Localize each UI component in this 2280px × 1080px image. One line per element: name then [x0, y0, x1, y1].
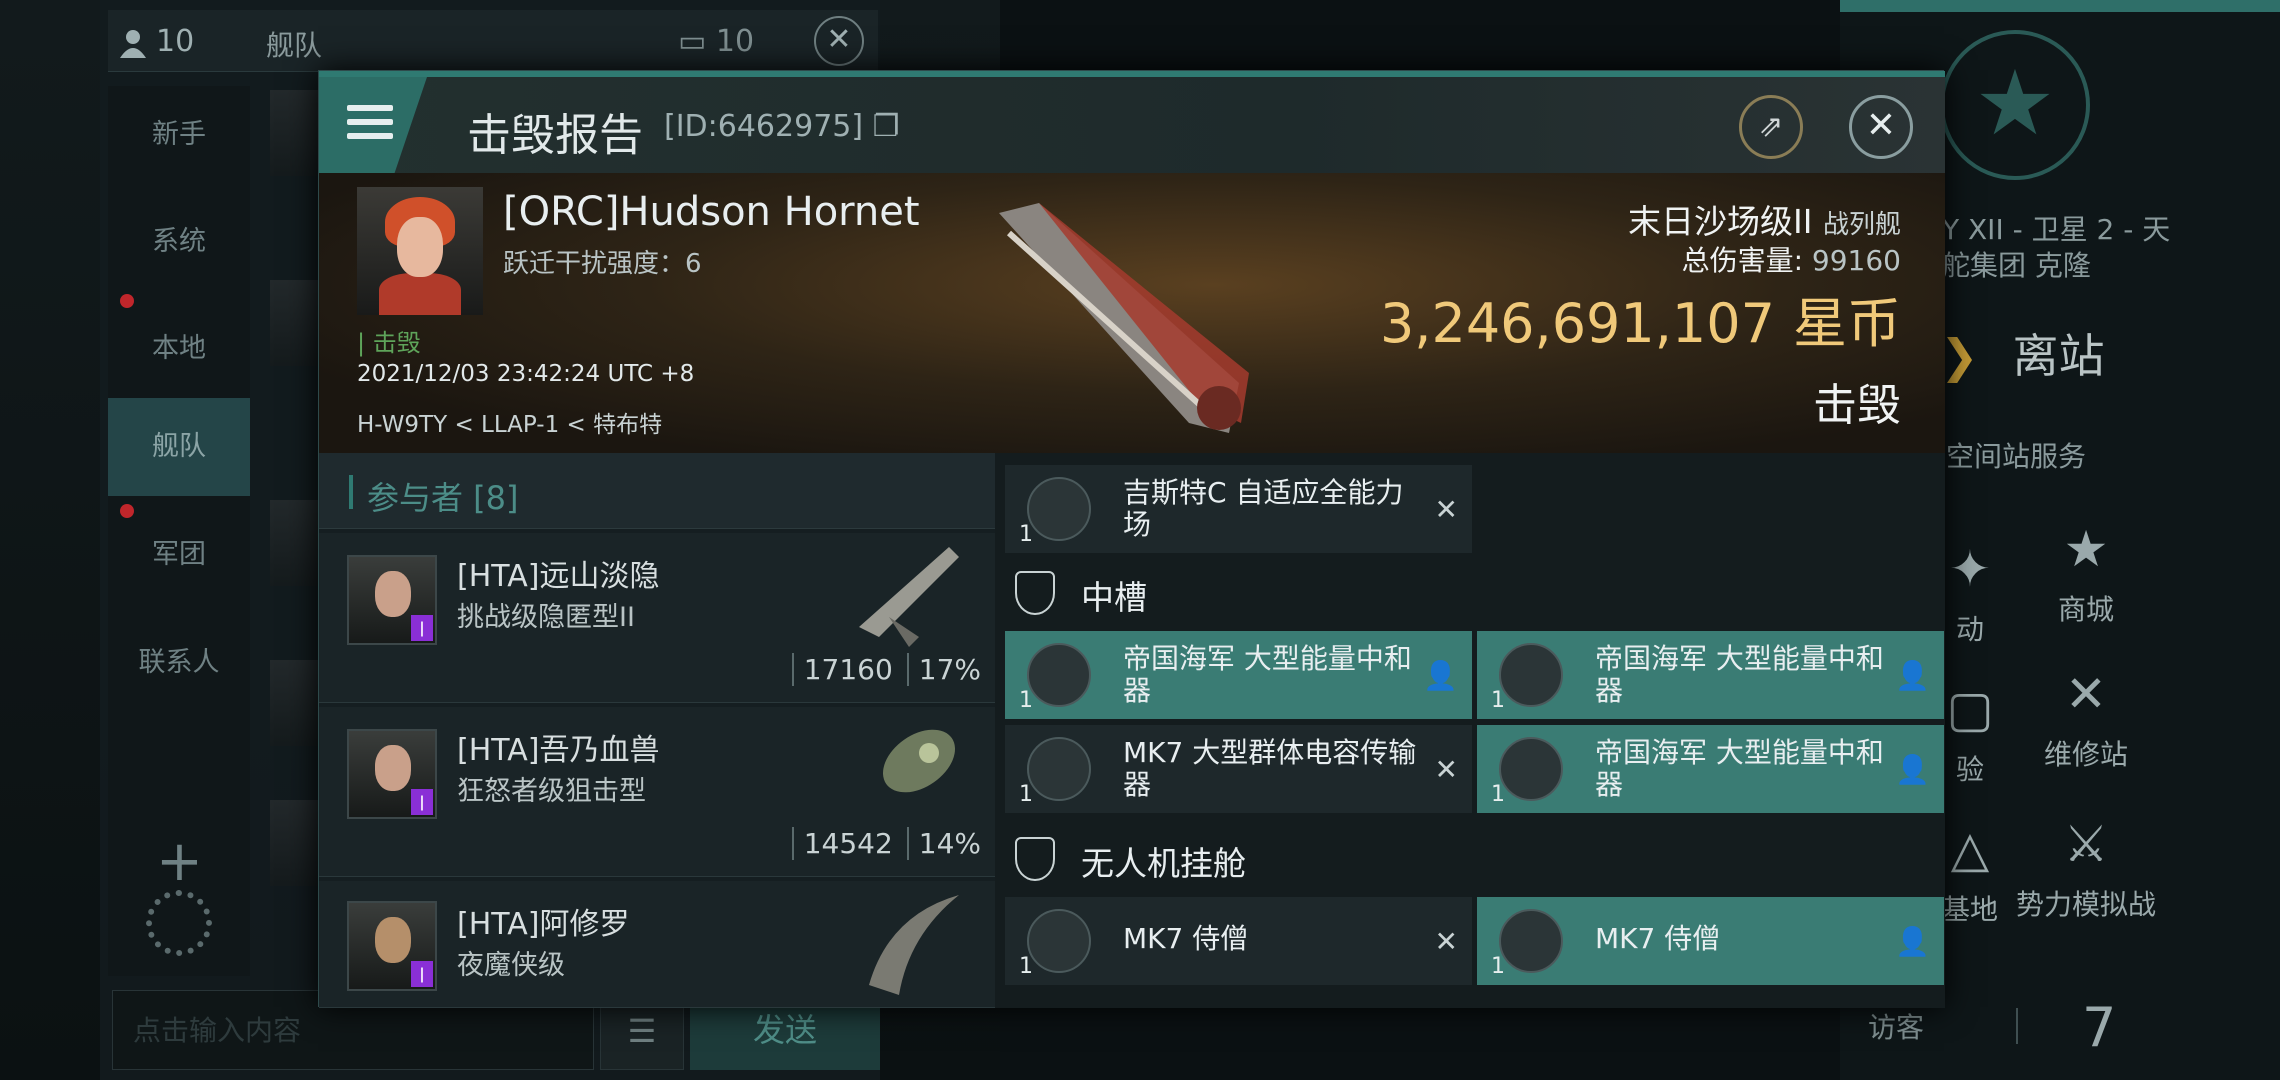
ship-image	[859, 547, 959, 647]
result-label: 击毁	[1813, 380, 1901, 431]
warp-disrupt-strength: 跃迁干扰强度：6	[503, 249, 702, 279]
dialog-title: 击毁报告	[467, 110, 643, 161]
close-icon[interactable]: ✕	[814, 16, 864, 66]
participant-row[interactable]: ǀ [HTA]吾乃血兽 狂怒者级狙击型 14542 14%	[319, 707, 995, 877]
channel-contacts[interactable]: 联系人	[108, 614, 250, 712]
unread-count[interactable]: ▭ 10	[678, 24, 754, 59]
station-services-title: 空间站服务	[1946, 440, 2087, 473]
wrench-icon: ✕	[2065, 665, 2107, 723]
drone-slot[interactable]: 1 MK7 侍僧 👤	[1477, 897, 1944, 985]
member-count[interactable]: 10	[118, 24, 194, 59]
channel-local[interactable]: 本地	[108, 300, 250, 398]
station-location: Y XII - 卫星 2 - 天	[1942, 213, 2171, 246]
visitor-label: 访客	[1868, 1011, 1925, 1044]
station-clone: 舵集团 克隆	[1942, 249, 2091, 282]
module-slot[interactable]: 1 吉斯特C 自适应全能力场 ✕	[1005, 465, 1472, 553]
service-shop[interactable]: ★ 商城	[2006, 520, 2166, 628]
participant-row[interactable]: ǀ [HTA]远山淡隐 挑战级隐匿型II 17160 17%	[319, 533, 995, 703]
person-icon: 👤	[1895, 753, 1930, 786]
chat-header: 10 舰队 ▭ 10 ✕	[108, 10, 878, 72]
victim-banner: [ORC]Hudson Hornet 跃迁干扰强度：6 | 击毁 2021/12…	[319, 173, 1945, 453]
module-icon	[1499, 737, 1563, 801]
module-slot[interactable]: 1 帝国海军 大型能量中和器 👤	[1477, 631, 1944, 719]
dropped-icon: ✕	[1434, 753, 1458, 786]
module-slot[interactable]: 1 MK7 大型群体电容传输器 ✕	[1005, 725, 1472, 813]
add-channel-icon[interactable]: +	[156, 834, 203, 890]
undock-button[interactable]: ❯ 离站	[1940, 320, 2105, 386]
person-icon: 👤	[1423, 659, 1458, 692]
channel-corp[interactable]: 军团	[108, 506, 250, 604]
person-icon: 👤	[1895, 659, 1930, 692]
kill-report-dialog: 击毁报告 [ID:6462975] ❐ ⇗ ✕ [ORC]Hudson Horn…	[318, 70, 1945, 1008]
module-icon	[1027, 737, 1091, 801]
neo-star-icon: ★	[2063, 520, 2109, 578]
channel-fleet[interactable]: 舰队	[108, 398, 250, 496]
victim-ship-image[interactable]	[979, 193, 1279, 443]
crossed-flags-icon: ⚔	[2063, 815, 2109, 873]
divider	[2016, 1008, 2018, 1044]
drone-icon	[1027, 909, 1091, 973]
ship-image	[882, 729, 956, 793]
channel-newbie[interactable]: 新手	[108, 86, 250, 184]
participants-list: 参与者 [8] ǀ [HTA]远山淡隐 挑战级隐匿型II 17160 17% ǀ …	[319, 453, 995, 1008]
service-repair[interactable]: ✕ 维修站	[2006, 665, 2166, 773]
drone-icon	[1499, 909, 1563, 973]
dialog-header: 击毁报告 [ID:6462975] ❐ ⇗ ✕	[319, 77, 1945, 173]
service-faction-sim[interactable]: ⚔ 势力模拟战	[2006, 815, 2166, 923]
avatar: ǀ	[347, 901, 437, 991]
share-icon[interactable]: ⇗	[1739, 95, 1803, 159]
ship-image	[869, 895, 959, 995]
channel-list: 新手 系统 本地 舰队 军团 联系人 +	[108, 86, 250, 976]
module-slot[interactable]: 1 帝国海军 大型能量中和器 👤	[1477, 725, 1944, 813]
status-badge: | 击毁	[357, 329, 421, 357]
kill-location[interactable]: H-W9TY < LLAP-1 < 特布特	[357, 405, 662, 439]
total-damage: 总伤害量: 99160	[1681, 244, 1901, 277]
person-icon: 👤	[1895, 925, 1930, 958]
participants-header: 参与者 [8]	[319, 453, 995, 529]
victim-name[interactable]: [ORC]Hudson Hornet	[503, 189, 920, 235]
report-id[interactable]: [ID:6462975] ❐	[664, 109, 900, 144]
close-icon[interactable]: ✕	[1849, 95, 1913, 159]
participant-row[interactable]: ǀ [HTA]阿修罗 夜魔侠级	[319, 881, 995, 1008]
fitting-list: 1 1 1 吉斯特C 自适应全能力场 ✕ 中槽 1 帝国海军 大型能量中和器 👤…	[995, 453, 1945, 1008]
menu-icon[interactable]	[319, 77, 427, 173]
visitor-count: 7	[2082, 996, 2117, 1059]
chat-tab[interactable]: 舰队	[266, 24, 322, 64]
ship-class: 末日沙场级II 战列舰	[1628, 202, 1901, 241]
shield-icon	[1015, 837, 1055, 881]
channel-system[interactable]: 系统	[108, 193, 250, 291]
module-icon	[1027, 643, 1091, 707]
module-slot[interactable]: 1 帝国海军 大型能量中和器 👤	[1005, 631, 1472, 719]
module-icon	[1499, 643, 1563, 707]
chat-avatars	[262, 80, 326, 900]
gear-icon[interactable]	[146, 890, 212, 956]
mid-slot-header: 中槽	[995, 555, 1945, 627]
chevron-right-icon: ❯	[1940, 329, 1979, 383]
dropped-icon: ✕	[1434, 493, 1458, 526]
drone-bay-header: 无人机挂舱	[995, 821, 1945, 893]
avatar: ǀ	[347, 729, 437, 819]
isk-value: 3,246,691,107 星币	[1379, 292, 1901, 355]
dropped-icon: ✕	[1434, 925, 1458, 958]
victim-portrait[interactable]	[357, 187, 483, 315]
shield-icon	[1015, 571, 1055, 615]
avatar: ǀ	[347, 555, 437, 645]
kill-timestamp: 2021/12/03 23:42:24 UTC +8	[357, 361, 695, 387]
person-icon	[120, 29, 146, 58]
drone-slot[interactable]: 1 MK7 侍僧 ✕	[1005, 897, 1472, 985]
module-icon	[1027, 477, 1091, 541]
copy-icon: ❐	[872, 109, 900, 144]
star-logo-icon: ★	[1940, 30, 2090, 180]
